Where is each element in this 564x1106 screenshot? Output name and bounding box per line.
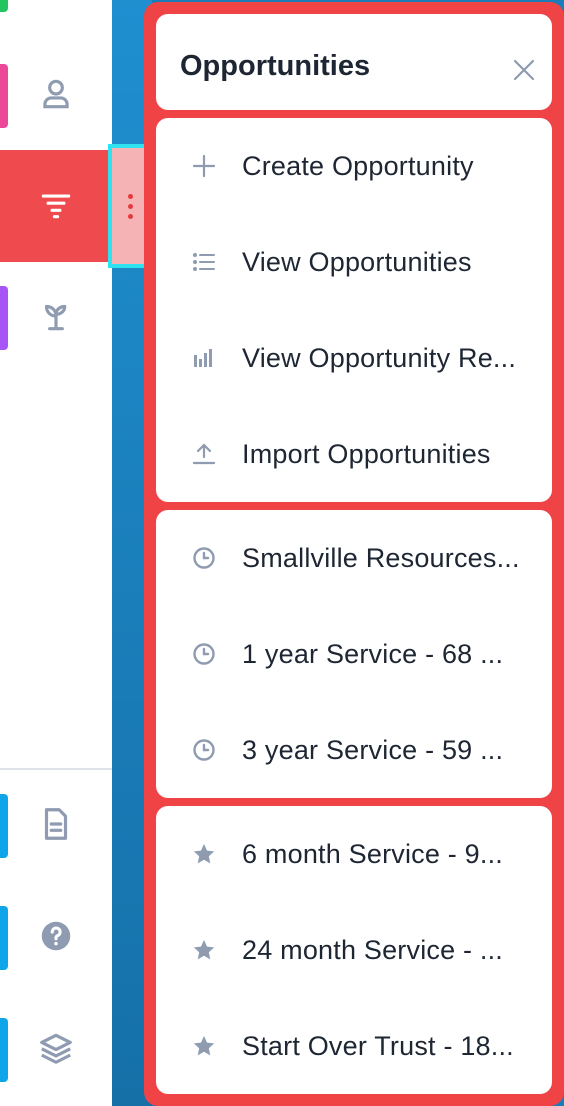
layers-icon — [37, 1029, 75, 1072]
sidebar-accent — [0, 906, 8, 970]
sidebar-nav — [0, 0, 113, 1106]
vertical-dots-icon — [127, 193, 133, 219]
recent-items-card: Smallville Resources... 1 year Service -… — [156, 510, 552, 798]
plus-icon — [190, 152, 218, 180]
sidebar-accent — [0, 64, 8, 128]
menu-item-label: View Opportunity Re... — [242, 342, 517, 373]
star-icon — [190, 936, 218, 964]
panel-title: Opportunities — [180, 50, 371, 82]
favorites-card: 6 month Service - 9... 24 month Service … — [156, 806, 552, 1094]
opportunities-flyout: Opportunities Create Opportunity View Op… — [144, 2, 564, 1106]
recent-item[interactable]: Smallville Resources... — [156, 510, 552, 606]
sidebar-item-help[interactable] — [0, 882, 112, 994]
menu-item-label: Create Opportunity — [242, 150, 474, 181]
menu-item-label: View Opportunities — [242, 246, 472, 277]
recent-item[interactable]: 3 year Service - 59 ... — [156, 702, 552, 798]
view-opportunities-item[interactable]: View Opportunities — [156, 214, 552, 310]
close-button[interactable] — [510, 58, 538, 86]
import-opportunities-item[interactable]: Import Opportunities — [156, 406, 552, 502]
favorite-item[interactable]: 6 month Service - 9... — [156, 806, 552, 902]
user-icon — [37, 75, 75, 118]
favorite-item[interactable]: 24 month Service - ... — [156, 902, 552, 998]
star-icon — [190, 840, 218, 868]
clock-icon — [190, 544, 218, 572]
upload-icon — [190, 440, 218, 468]
sidebar-accent — [0, 794, 8, 858]
menu-item-label: Smallville Resources... — [242, 542, 520, 573]
bar-chart-icon — [190, 344, 218, 372]
menu-item-label: Start Over Trust - 18... — [242, 1030, 514, 1061]
view-opportunity-reports-item[interactable]: View Opportunity Re... — [156, 310, 552, 406]
sidebar-accent-top — [0, 0, 8, 12]
sidebar-item-layers[interactable] — [0, 994, 112, 1106]
favorite-item[interactable]: Start Over Trust - 18... — [156, 998, 552, 1094]
sidebar-item-contacts[interactable] — [0, 40, 112, 152]
create-opportunity-item[interactable]: Create Opportunity — [156, 118, 552, 214]
funnel-icon — [37, 185, 75, 228]
sidebar-item-opportunities[interactable] — [0, 150, 112, 262]
menu-item-label: 6 month Service - 9... — [242, 838, 504, 869]
close-icon — [512, 58, 536, 87]
sidebar-accent — [0, 1018, 8, 1082]
sidebar-accent — [0, 286, 8, 350]
menu-item-label: 1 year Service - 68 ... — [242, 638, 504, 669]
help-icon — [37, 917, 75, 960]
actions-card: Create Opportunity View Opportunities Vi… — [156, 118, 552, 502]
menu-item-label: 3 year Service - 59 ... — [242, 734, 504, 765]
sidebar-item-leads[interactable] — [0, 262, 112, 374]
star-icon — [190, 1032, 218, 1060]
menu-item-label: Import Opportunities — [242, 438, 491, 469]
sidebar-item-documents[interactable] — [0, 770, 112, 882]
clock-icon — [190, 736, 218, 764]
sprout-icon — [37, 297, 75, 340]
document-icon — [37, 805, 75, 848]
menu-item-label: 24 month Service - ... — [242, 934, 504, 965]
recent-item[interactable]: 1 year Service - 68 ... — [156, 606, 552, 702]
clock-icon — [190, 640, 218, 668]
list-icon — [190, 248, 218, 276]
panel-header: Opportunities — [156, 14, 552, 110]
